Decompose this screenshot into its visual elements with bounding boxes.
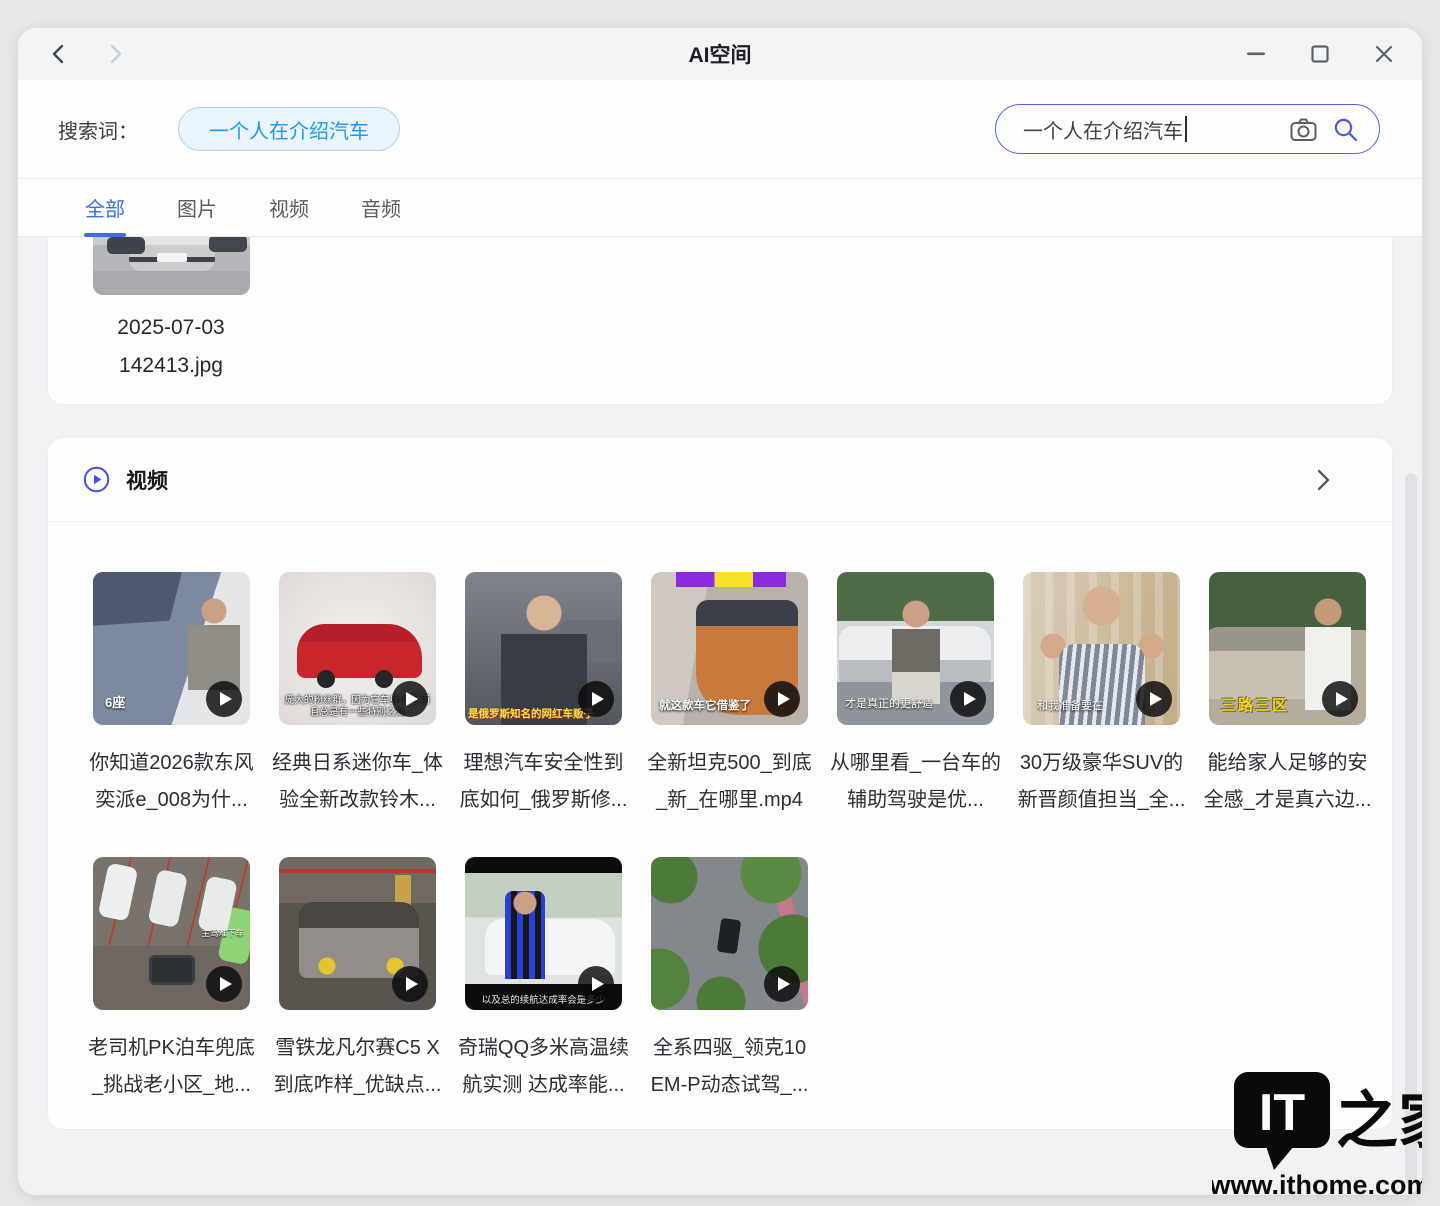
video-title: 雪铁龙凡尔赛C5 X 到底咋样_优缺点... <box>273 1037 442 1096</box>
thumbnail-overlay-text: 就这款车它借鉴了 <box>659 700 751 712</box>
image-result-filename: 2025-07-03 142413.jpg <box>117 316 225 377</box>
thumbnail-overlay-text: 才是真正的更舒适 <box>845 698 933 710</box>
video-thumbnail[interactable]: 主驾难下车 <box>93 857 250 1010</box>
maximize-icon <box>1311 45 1329 63</box>
play-button[interactable] <box>578 966 614 1002</box>
thumbnail-overlay-text: 6座 <box>105 695 126 710</box>
video-results-card: 视频 6座 你知道2026款东风 奕派e_008为什... 庞大的粉丝群，因为它… <box>47 437 1393 1130</box>
close-button[interactable] <box>1374 44 1394 64</box>
video-title: 从哪里看_一台车的 辅助驾驶是优... <box>829 752 1002 811</box>
video-result[interactable]: 全系四驱_领克10 EM-P动态试驾_... <box>651 857 808 1104</box>
video-thumbnail[interactable]: 6座 <box>93 572 250 725</box>
close-icon <box>1375 45 1393 63</box>
play-button[interactable] <box>206 966 242 1002</box>
thumbnail-overlay-text: 三路三区 <box>1221 697 1290 714</box>
image-results-card: 2025-07-03 142413.jpg <box>47 237 1393 405</box>
search-bar-section: 搜索词： 一个人在介绍汽车 一个人在介绍汽车 <box>18 80 1422 178</box>
video-title: 全系四驱_领克10 EM-P动态试驾_... <box>650 1037 809 1096</box>
video-thumbnail[interactable]: 才是真正的更舒适 <box>837 572 994 725</box>
video-title: 奇瑞QQ多米高温续 航实测 达成率能... <box>457 1037 630 1096</box>
video-section-header: 视频 <box>48 438 1392 522</box>
back-button[interactable] <box>48 43 70 65</box>
ithome-watermark: IT 之家 www.ithome.com <box>1212 1072 1422 1200</box>
video-result[interactable]: 以及总的续航达成率会是多少 奇瑞QQ多米高温续 航实测 达成率能... <box>458 857 629 1104</box>
watermark-logo-text: IT <box>1259 1084 1305 1142</box>
thumbnail-overlay-text: 主驾难下车 <box>201 928 244 938</box>
video-thumbnail[interactable]: 以及总的续航达成率会是多少 <box>465 857 622 1010</box>
search-input-value: 一个人在介绍汽车 <box>1023 120 1183 143</box>
video-title: 30万级豪华SUV的 新晋颜值担当_全... <box>1017 752 1186 811</box>
chevron-right-icon <box>1317 469 1330 491</box>
tab-all[interactable]: 全部 <box>85 179 125 236</box>
video-section-more-button[interactable] <box>1314 468 1332 497</box>
video-title: 你知道2026款东风 奕派e_008为什... <box>89 752 254 811</box>
watermark-url: www.ithome.com <box>1212 1170 1422 1200</box>
results-scroll-area[interactable]: 2025-07-03 142413.jpg 视频 6座 你知道2026款东风 奕… <box>18 237 1422 1195</box>
camera-search-icon[interactable] <box>1290 117 1317 148</box>
thumbnail-figure <box>505 891 545 979</box>
video-result[interactable]: 和我准备要在 30万级豪华SUV的 新晋颜值担当_全... <box>1018 572 1185 819</box>
video-thumbnail[interactable]: 庞大的粉丝群，因为它车身小巧 而且总是有一些特别之处 <box>279 572 436 725</box>
play-button[interactable] <box>392 966 428 1002</box>
minimize-icon <box>1247 52 1265 56</box>
video-result[interactable]: 就这款车它借鉴了 全新坦克500_到底 _新_在哪里.mp4 <box>647 572 812 819</box>
video-thumbnail[interactable] <box>651 857 808 1010</box>
thumbnail-overlay-text: 和我准备要在 <box>1037 700 1103 712</box>
chevron-right-icon <box>110 44 122 64</box>
app-window: AI空间 搜索词： 一个人在介绍汽车 一个人在介绍汽车 全部 图片 视频 音频 … <box>18 28 1422 1195</box>
video-title: 全新坦克500_到底 _新_在哪里.mp4 <box>647 752 812 811</box>
result-tabs: 全部 图片 视频 音频 <box>18 178 1422 237</box>
video-thumbnail[interactable]: 是俄罗斯知名的网红车贩子 <box>465 572 622 725</box>
play-circle-icon <box>83 466 110 493</box>
video-result[interactable]: 是俄罗斯知名的网红车贩子 理想汽车安全性到 底如何_俄罗斯修... <box>460 572 627 819</box>
play-button[interactable] <box>1136 681 1172 717</box>
title-bar: AI空间 <box>18 28 1422 80</box>
minimize-button[interactable] <box>1246 44 1266 64</box>
video-result[interactable]: 雪铁龙凡尔赛C5 X 到底咋样_优缺点... <box>274 857 441 1104</box>
video-result[interactable]: 6座 你知道2026款东风 奕派e_008为什... <box>89 572 254 819</box>
play-button[interactable] <box>392 681 428 717</box>
video-title: 能给家人足够的安 全感_才是真六边... <box>1203 752 1372 811</box>
watermark-logo-suffix: 之家 <box>1336 1084 1422 1157</box>
video-result[interactable]: 三路三区 能给家人足够的安 全感_才是真六边... <box>1204 572 1371 819</box>
play-button[interactable] <box>764 966 800 1002</box>
video-grid-row-1: 6座 你知道2026款东风 奕派e_008为什... 庞大的粉丝群，因为它车身小巧… <box>48 522 1392 819</box>
play-button[interactable] <box>578 681 614 717</box>
video-result[interactable]: 主驾难下车 老司机PK泊车兜底 _挑战老小区_地... <box>88 857 255 1104</box>
window-title: AI空间 <box>688 44 752 67</box>
video-result[interactable]: 庞大的粉丝群，因为它车身小巧 而且总是有一些特别之处 经典日系迷你车_体 验全新改… <box>272 572 443 819</box>
play-button[interactable] <box>950 681 986 717</box>
search-input[interactable]: 一个人在介绍汽车 <box>995 104 1380 154</box>
video-grid-row-2: 主驾难下车 老司机PK泊车兜底 _挑战老小区_地... 雪铁龙凡尔赛C5 X 到底咋… <box>48 819 1392 1104</box>
tab-audio[interactable]: 音频 <box>361 179 401 236</box>
forward-button[interactable] <box>104 43 126 65</box>
video-section-title: 视频 <box>126 469 168 493</box>
video-title: 经典日系迷你车_体 验全新改款铃木... <box>271 752 444 811</box>
image-result-thumbnail[interactable] <box>93 237 250 295</box>
play-button[interactable] <box>764 681 800 717</box>
video-thumbnail[interactable]: 就这款车它借鉴了 <box>651 572 808 725</box>
chevron-left-icon <box>52 44 64 64</box>
video-thumbnail[interactable] <box>279 857 436 1010</box>
tab-videos[interactable]: 视频 <box>269 179 309 236</box>
video-thumbnail[interactable]: 三路三区 <box>1209 572 1366 725</box>
video-title: 老司机PK泊车兜底 _挑战老小区_地... <box>88 1037 255 1096</box>
video-thumbnail[interactable]: 和我准备要在 <box>1023 572 1180 725</box>
search-icon[interactable] <box>1333 117 1359 149</box>
play-button[interactable] <box>1322 681 1358 717</box>
video-result[interactable]: 才是真正的更舒适 从哪里看_一台车的 辅助驾驶是优... <box>830 572 1001 819</box>
maximize-button[interactable] <box>1310 44 1330 64</box>
tab-images[interactable]: 图片 <box>177 179 217 236</box>
play-button[interactable] <box>206 681 242 717</box>
search-term-label: 搜索词： <box>58 120 138 143</box>
video-title: 理想汽车安全性到 底如何_俄罗斯修... <box>459 752 628 811</box>
text-caret <box>1185 116 1187 142</box>
search-keyword-pill[interactable]: 一个人在介绍汽车 <box>178 107 400 151</box>
